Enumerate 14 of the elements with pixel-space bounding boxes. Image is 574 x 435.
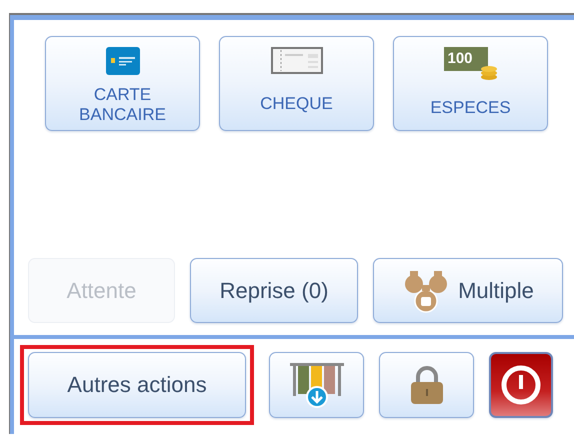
credit-card-icon	[106, 47, 140, 75]
lock-button[interactable]	[379, 352, 474, 418]
power-button[interactable]	[489, 352, 553, 418]
download-rack-icon	[288, 362, 346, 408]
payment-button[interactable]: 100 ESPECES	[393, 36, 548, 131]
payment-button[interactable]: CHEQUE	[219, 36, 374, 131]
cheque-icon	[270, 47, 322, 74]
power-icon	[499, 363, 543, 407]
action-button[interactable]: Reprise (0)	[190, 258, 358, 323]
payment-button[interactable]: CARTE BANCAIRE	[45, 36, 200, 131]
other-actions-button[interactable]: Autres actions	[28, 352, 246, 418]
padlock-icon	[408, 365, 444, 405]
action-button[interactable]: Multiple	[373, 258, 563, 323]
download-button[interactable]	[269, 352, 364, 418]
